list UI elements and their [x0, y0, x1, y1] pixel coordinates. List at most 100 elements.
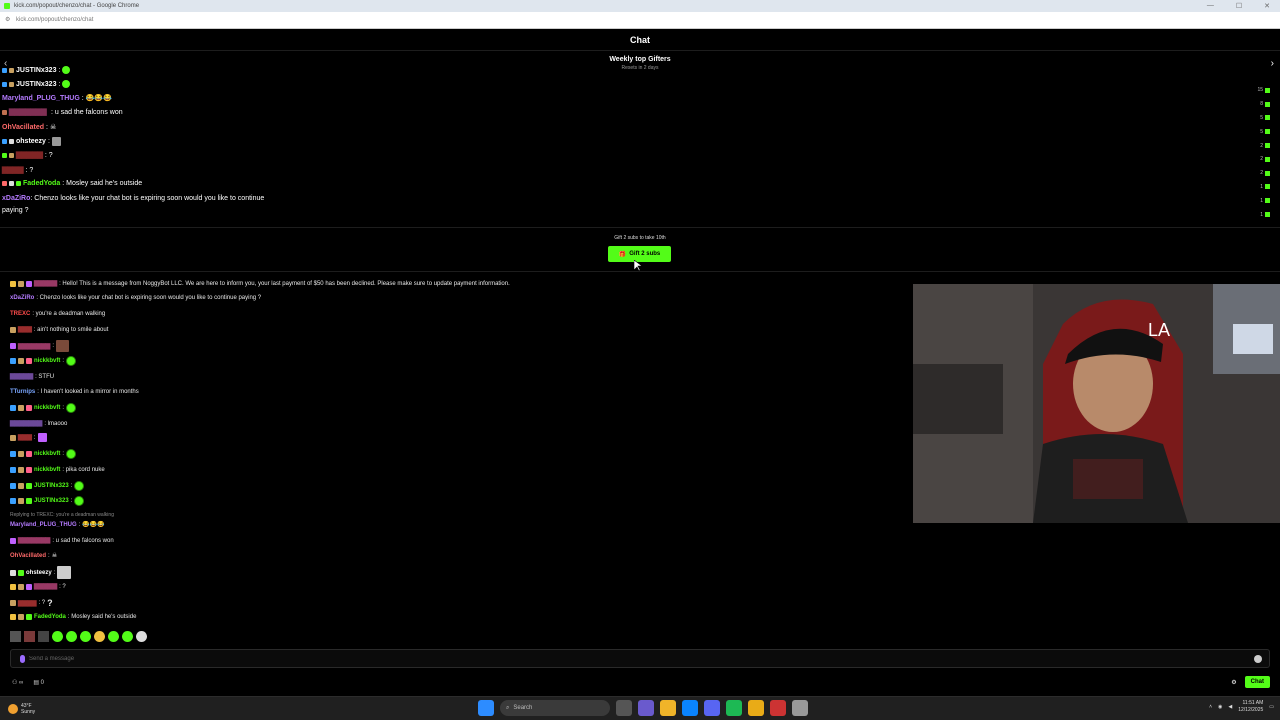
- windows-taskbar: 43°F Sunny ⌕ Search ˄ ◉ ◀ 11:51 AM 12/12/20…: [0, 696, 1280, 720]
- gifter-count: 8: [1257, 100, 1270, 109]
- chat-message: nickkbvft:: [10, 356, 77, 366]
- points-display[interactable]: ▤ 0: [33, 679, 44, 686]
- gifter-count: 1: [1257, 183, 1270, 192]
- emote-button[interactable]: [94, 631, 105, 642]
- chevron-right-icon[interactable]: ›: [1271, 58, 1274, 69]
- badge-icon: [26, 583, 32, 590]
- la-logo: LA: [1148, 320, 1170, 340]
- emoji-picker-icon[interactable]: [1254, 654, 1262, 663]
- url-text[interactable]: kick.com/popout/chenzo/chat: [16, 17, 93, 23]
- edge-icon[interactable]: [682, 700, 698, 716]
- badge-icon: [26, 451, 32, 457]
- settings-gear-icon[interactable]: ⚙: [1231, 679, 1236, 686]
- taskbar-clock[interactable]: 11:51 AM 12/12/2025: [1238, 700, 1263, 714]
- badge-icon: [10, 358, 16, 364]
- minimize-button[interactable]: —: [1207, 2, 1214, 10]
- chat-message: ▇▇▇▇▇▇▇: u sad the falcons won: [10, 537, 114, 544]
- emote-button[interactable]: [122, 631, 133, 642]
- taskbar-search[interactable]: ⌕ Search: [500, 700, 610, 716]
- task-view-icon[interactable]: [616, 700, 632, 716]
- badge-icon: [26, 498, 32, 504]
- points-icon: ▤: [33, 679, 39, 686]
- top-gifters-title: Weekly top Gifters: [609, 56, 671, 63]
- gift-icon: [1265, 115, 1270, 121]
- notifications-icon[interactable]: ▭: [1269, 704, 1274, 710]
- badge-icon: [18, 498, 24, 504]
- app-icon[interactable]: [770, 700, 786, 716]
- badge-icon: [10, 583, 16, 590]
- green-emote-icon: [74, 481, 85, 491]
- badge-icon: [10, 326, 16, 333]
- close-window-button[interactable]: ✕: [1264, 2, 1270, 10]
- gift-icon: [1265, 101, 1270, 107]
- chat-message-list[interactable]: ▇▇▇▇▇: Hello! This is a message from Nog…: [0, 277, 905, 644]
- footer-left: ⚇ ∞ ▤ 0: [12, 679, 44, 686]
- badge-icon: [2, 139, 7, 144]
- overlay-line: JUSTINx323:: [2, 80, 71, 88]
- green-emote-icon: [66, 449, 77, 459]
- site-info-icon[interactable]: ⚙: [5, 17, 12, 24]
- file-explorer-icon[interactable]: [660, 700, 676, 716]
- badge-icon: [10, 537, 16, 544]
- emote-button[interactable]: [80, 631, 91, 642]
- copilot-icon[interactable]: [638, 700, 654, 716]
- emote-button[interactable]: [24, 631, 35, 642]
- emote-button[interactable]: [66, 631, 77, 642]
- chat-message: TTurnips: I haven't looked in a mirror i…: [10, 389, 139, 395]
- chat-message: ohsteezy:: [10, 566, 72, 579]
- gift-icon: [1265, 129, 1270, 135]
- skull-emote-icon: ☠: [49, 124, 57, 131]
- green-emote-icon: [74, 496, 85, 506]
- kick-favicon-icon: [4, 3, 10, 9]
- maximize-button[interactable]: ☐: [1236, 2, 1242, 10]
- badge-icon: [9, 139, 14, 144]
- chat-message: TREXC: you're a deadman walking: [10, 311, 106, 317]
- overlay-wrapped-line: xDaZiRo: Chenzo looks like your chat bot…: [2, 195, 265, 214]
- taskbar-center: ⌕ Search: [478, 700, 808, 716]
- chrome-icon[interactable]: [748, 700, 764, 716]
- overlay-line: ▇▇▇▇▇: ?: [2, 151, 53, 159]
- overlay-chat: JUSTINx323: JUSTINx323: Maryland_PLUG_TH…: [0, 65, 290, 225]
- gift-icon: [1265, 184, 1270, 190]
- badge-icon: [26, 467, 32, 473]
- chat-message: JUSTINx323:: [10, 496, 85, 506]
- address-bar[interactable]: ⚙ kick.com/popout/chenzo/chat: [0, 12, 1280, 29]
- badge-icon: [10, 280, 16, 287]
- gifter-counts: 15 8 5 5 2 2 2 1 1 1: [1257, 86, 1270, 219]
- send-message-input[interactable]: [29, 655, 1254, 662]
- weather-widget[interactable]: 43°F Sunny: [8, 703, 35, 715]
- badge-icon: [2, 152, 7, 158]
- badge-icon: [2, 109, 7, 115]
- network-icon[interactable]: ◉: [1218, 704, 1222, 710]
- volume-icon[interactable]: ◀: [1228, 704, 1232, 710]
- gifter-count: 15: [1257, 86, 1270, 95]
- spotify-icon[interactable]: [726, 700, 742, 716]
- badge-icon: [26, 483, 32, 489]
- badge-icon: [18, 451, 24, 457]
- overlay-line: JUSTINx323:: [2, 66, 71, 74]
- box-emote-icon: [51, 137, 61, 146]
- chevron-up-icon[interactable]: ˄: [1209, 704, 1212, 710]
- window-controls: — ☐ ✕: [1207, 2, 1280, 10]
- skull-emote-icon: ☠: [51, 553, 58, 559]
- chat-message: ▇▇▇: ain't nothing to smile about: [10, 326, 108, 333]
- emote-button[interactable]: [52, 631, 63, 642]
- chat-send-button[interactable]: Chat: [1244, 676, 1270, 688]
- emote-button[interactable]: [10, 631, 21, 642]
- emote-button[interactable]: [38, 631, 49, 642]
- chat-header: Chat: [0, 29, 1280, 51]
- badge-icon: [26, 358, 32, 364]
- overlay-line: OhVacillated: ☠: [2, 123, 57, 132]
- discord-icon[interactable]: [704, 700, 720, 716]
- people-icon[interactable]: ⚇ ∞: [12, 679, 23, 686]
- badge-icon: [10, 483, 16, 489]
- microphone-icon[interactable]: [20, 654, 25, 663]
- app-icon[interactable]: [792, 700, 808, 716]
- emote-button[interactable]: [136, 631, 147, 642]
- chat-message: ▇▇▇▇▇: Hello! This is a message from Nog…: [10, 280, 510, 287]
- overlay-line: ▇▇▇▇: ?: [2, 166, 34, 175]
- gifter-count: 5: [1257, 127, 1270, 136]
- emote-button[interactable]: [108, 631, 119, 642]
- windows-start-icon[interactable]: [478, 700, 494, 716]
- gifter-count: 1: [1257, 196, 1270, 205]
